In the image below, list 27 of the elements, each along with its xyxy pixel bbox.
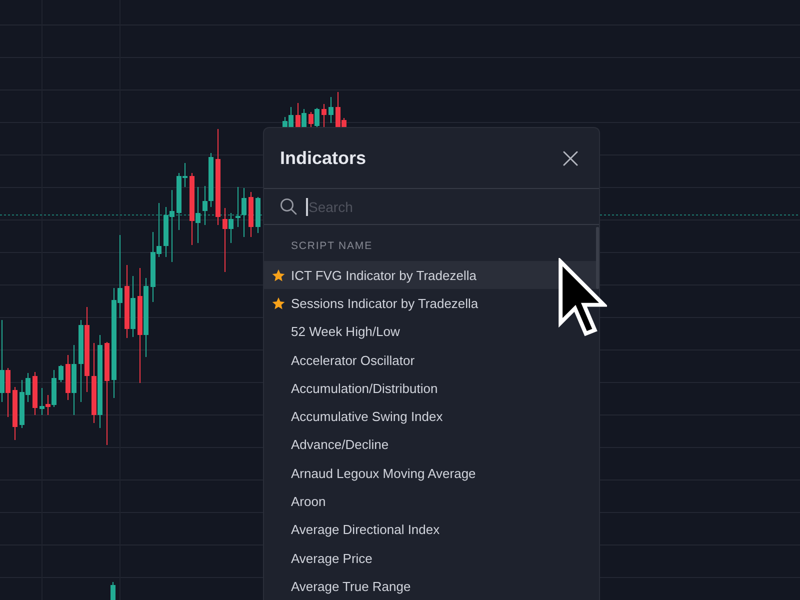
indicator-item[interactable]: Average Directional Index <box>264 516 596 544</box>
candlestick <box>58 364 64 382</box>
indicator-item[interactable]: Advance/Decline <box>264 430 596 460</box>
indicator-item[interactable]: Accumulative Swing Index <box>264 402 596 431</box>
indicator-item[interactable]: Accelerator Oscillator <box>264 346 596 374</box>
close-icon <box>562 150 578 166</box>
indicator-item[interactable]: Average Price <box>264 544 596 572</box>
indicator-item[interactable]: 52 Week High/Low <box>264 318 596 346</box>
candlestick <box>328 96 334 124</box>
indicator-item[interactable]: Accumulation/Distribution <box>264 374 596 402</box>
candlestick <box>256 196 260 234</box>
dialog-title: Indicators <box>280 148 366 168</box>
mouse-pointer-icon <box>557 258 608 338</box>
search-icon <box>280 198 297 215</box>
text-caret-icon <box>306 198 308 216</box>
candlestick <box>248 192 254 238</box>
indicator-item[interactable]: ICT FVG Indicator by Tradezella <box>264 261 596 290</box>
candlestick <box>322 104 326 128</box>
candlestick <box>12 386 18 440</box>
candlestick <box>110 582 116 600</box>
star-icon[interactable] <box>272 296 285 310</box>
column-header: SCRIPT NAME <box>290 239 374 254</box>
indicator-item[interactable]: Aroon <box>264 487 596 516</box>
candlestick <box>32 372 38 416</box>
star-icon[interactable] <box>272 268 285 282</box>
indicator-item[interactable]: Arnaud Legoux Moving Average <box>264 459 596 488</box>
indicator-item[interactable]: Average True Range <box>264 572 596 600</box>
